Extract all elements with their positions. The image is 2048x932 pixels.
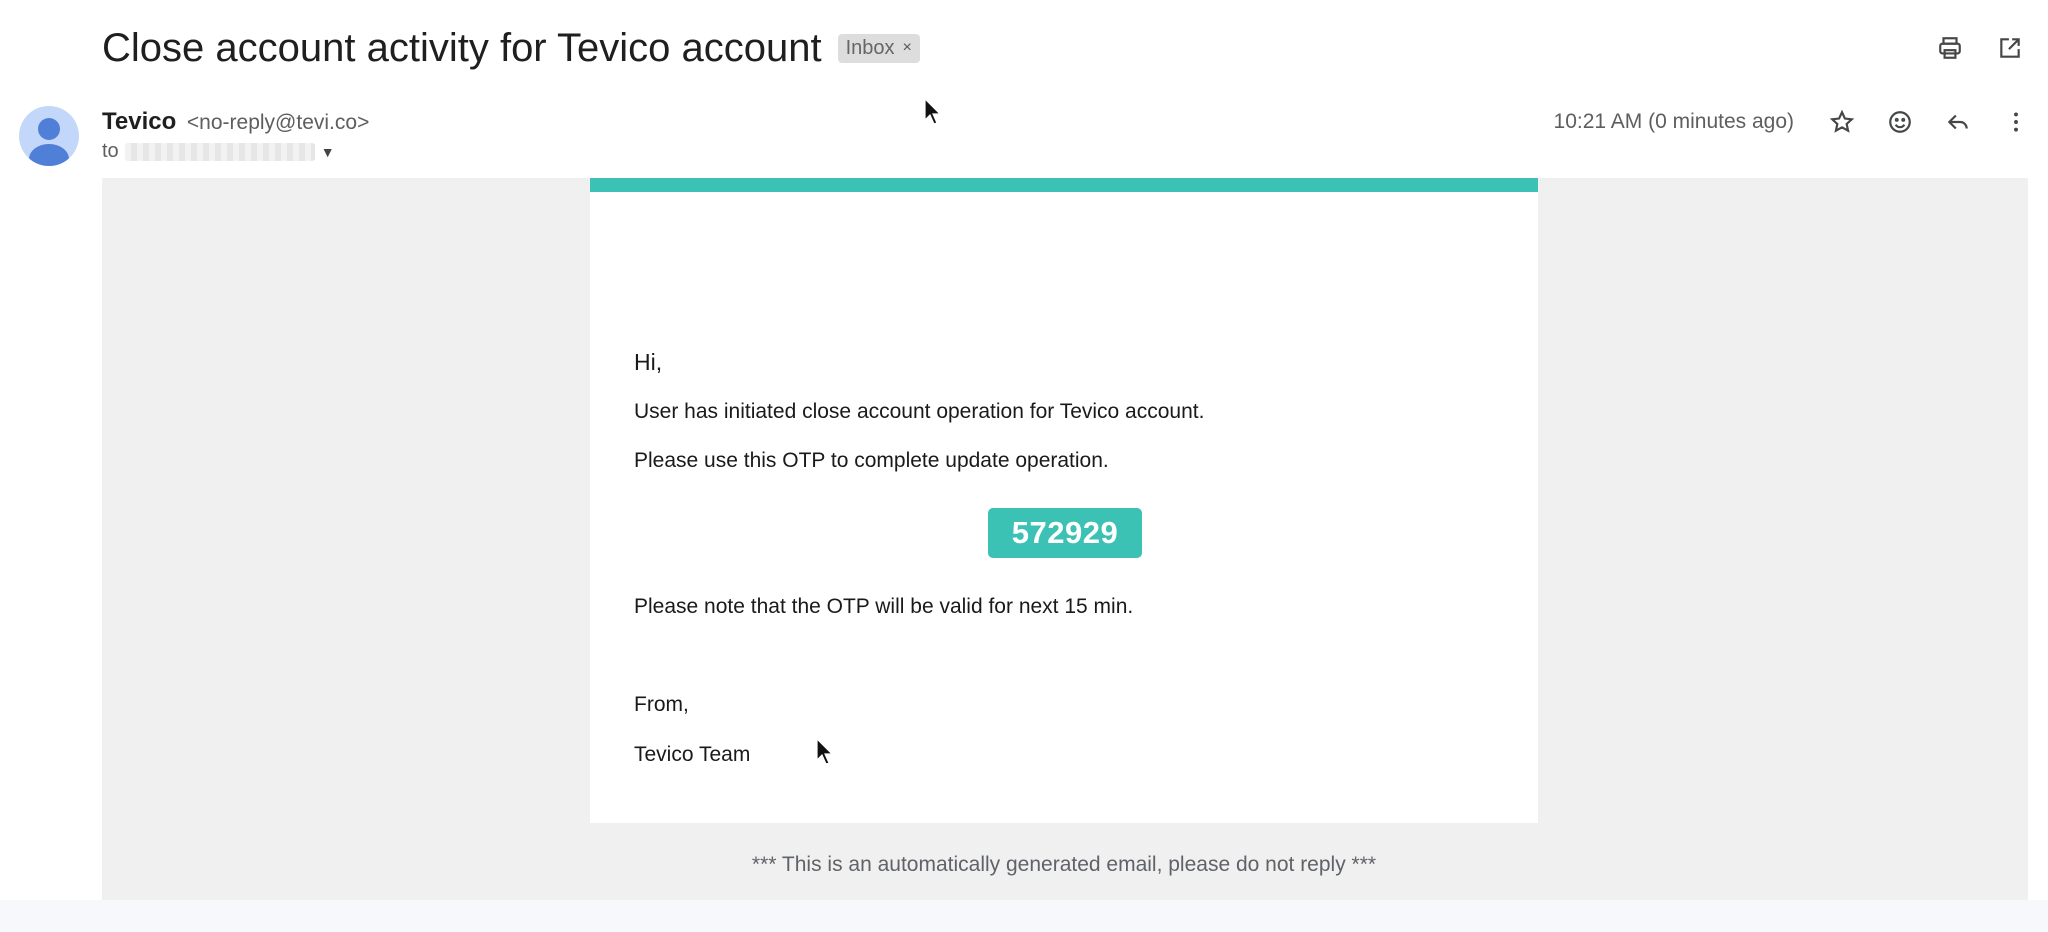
print-icon[interactable] — [1932, 30, 1968, 66]
redacted-recipient — [124, 142, 315, 161]
sender-name[interactable]: Tevico — [102, 108, 176, 135]
greeting: Hi, — [634, 349, 663, 375]
star-icon[interactable] — [1824, 104, 1860, 140]
body-line-initiated: User has initiated close account operati… — [634, 400, 1205, 423]
reply-icon[interactable] — [1940, 104, 1976, 140]
label-chip-text: Inbox — [845, 36, 895, 59]
sender-email: <no-reply@tevi.co> — [186, 111, 370, 134]
body-line-validity: Please note that the OTP will be valid f… — [634, 595, 1134, 618]
closing: From, — [634, 693, 689, 716]
message-actions: 10:21 AM (0 minutes ago) — [1554, 104, 2034, 140]
remove-label-button[interactable]: × — [903, 39, 912, 57]
chevron-down-icon[interactable]: ▼ — [321, 144, 335, 160]
email-content-card: Hi, User has initiated close account ope… — [590, 178, 1538, 823]
to-prefix: to — [102, 140, 119, 162]
auto-generated-note: *** This is an automatically generated e… — [751, 853, 1377, 876]
otp-code: 572929 — [988, 508, 1142, 558]
body-line-use-otp: Please use this OTP to complete update o… — [634, 449, 1109, 472]
thread-actions — [1932, 30, 2028, 66]
mouse-cursor-icon — [816, 738, 834, 765]
message-timestamp: 10:21 AM (0 minutes ago) — [1553, 110, 1794, 133]
sender-line: Tevico <no-reply@tevi.co> — [102, 108, 369, 136]
open-in-new-window-icon[interactable] — [1992, 30, 2028, 66]
recipient-line: to ▼ — [102, 140, 335, 163]
inbox-label-chip[interactable]: Inbox × — [837, 33, 920, 63]
avatar-body-shape — [29, 144, 69, 166]
mouse-cursor-icon — [924, 98, 942, 125]
email-subject: Close account activity for Tevico accoun… — [102, 25, 822, 70]
viewer-bottom-frame — [0, 900, 2048, 932]
avatar-head-shape — [38, 118, 60, 140]
signature: Tevico Team — [634, 743, 751, 766]
emoji-react-icon[interactable] — [1882, 104, 1918, 140]
more-vertical-icon[interactable] — [1998, 104, 2034, 140]
subject-row: Close account activity for Tevico accoun… — [102, 22, 920, 74]
brand-accent-bar — [590, 178, 1538, 192]
sender-avatar — [19, 106, 79, 166]
